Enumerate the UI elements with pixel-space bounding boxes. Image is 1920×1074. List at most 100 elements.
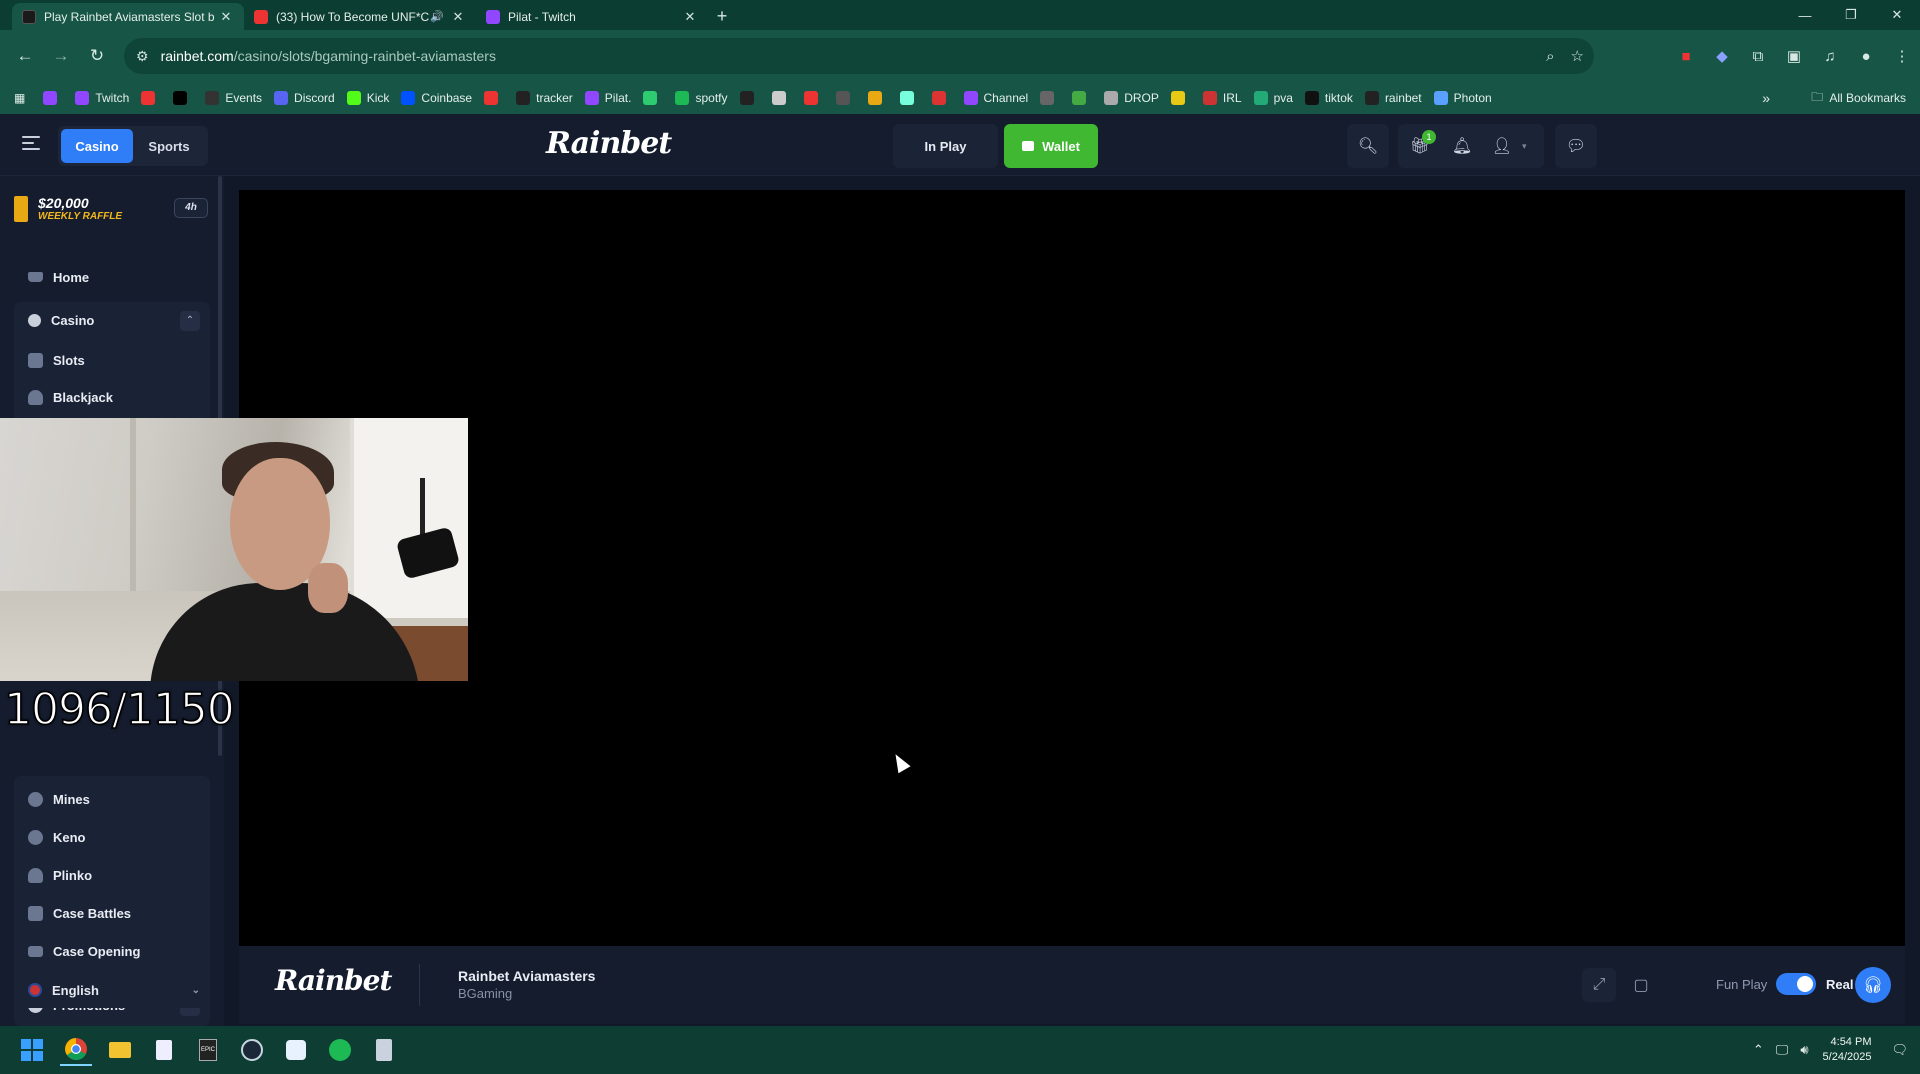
forward-icon[interactable]: → (44, 39, 78, 73)
sidebar-item-case-opening[interactable]: Case Opening (14, 934, 210, 968)
language-selector[interactable]: English ⌄ (14, 972, 210, 1008)
support-headset-icon[interactable]: 🎧︎ (1855, 967, 1891, 1003)
tab-search-icon[interactable]: ▣ (1776, 47, 1812, 65)
restore-icon[interactable]: ❐ (1828, 0, 1874, 30)
bookmark-item[interactable]: Events (205, 91, 262, 105)
bookmark-item[interactable]: Photon (1433, 91, 1492, 105)
address-bar[interactable]: ⚙ rainbet.com/casino/slots/bgaming-rainb… (124, 38, 1594, 74)
casino-tab[interactable]: Casino (61, 129, 133, 163)
extensions-puzzle-icon[interactable]: ⧉ (1740, 48, 1776, 65)
bookmark-item[interactable] (803, 91, 824, 105)
bookmark-item[interactable] (835, 91, 856, 105)
bookmark-item[interactable]: Discord (274, 91, 335, 105)
bookmark-item[interactable]: pva (1253, 91, 1293, 105)
bookmark-item[interactable]: DROP (1104, 91, 1159, 105)
bookmark-item[interactable]: tiktok (1304, 91, 1353, 105)
spotify-icon[interactable] (324, 1034, 356, 1066)
speaker-icon[interactable]: 🔊 (430, 10, 444, 23)
bookmark-item[interactable]: Kick (346, 91, 389, 105)
close-window-icon[interactable]: ✕ (1874, 0, 1920, 30)
reload-icon[interactable]: ↻ (80, 39, 114, 73)
bookmark-item[interactable]: spotfy (675, 91, 728, 105)
sidebar-item-blackjack[interactable]: Blackjack (14, 380, 210, 414)
real-play-toggle[interactable] (1776, 973, 1816, 995)
media-control-icon[interactable]: ♫ (1812, 48, 1848, 65)
profile-avatar-icon[interactable]: ● (1848, 48, 1884, 65)
site-info-icon[interactable]: ⚙ (136, 48, 149, 65)
chrome-icon[interactable] (60, 1034, 92, 1066)
zoom-icon[interactable]: ⌕ (1546, 48, 1554, 65)
bookmark-item[interactable]: tracker (516, 91, 573, 105)
new-tab-button[interactable]: + (708, 3, 736, 30)
chat-button[interactable]: 💬︎ (1555, 124, 1597, 168)
bookmark-item[interactable] (141, 91, 161, 105)
notepad-icon[interactable] (148, 1034, 180, 1066)
network-icon[interactable]: 🖵︎ (1776, 1042, 1789, 1058)
bookmark-item[interactable] (173, 91, 193, 105)
bookmark-item[interactable] (867, 91, 888, 105)
clock[interactable]: 4:54 PM 5/24/2025 (1823, 1035, 1872, 1065)
sidebar-item-home[interactable]: Home (14, 260, 210, 294)
bookmark-item[interactable]: IRL (1202, 91, 1242, 105)
theater-mode-icon[interactable]: ▢ (1624, 968, 1658, 1002)
volume-icon[interactable]: 🔊︎ (1800, 1042, 1808, 1058)
all-bookmarks-folder[interactable]: 🗀 All Bookmarks (1811, 82, 1906, 114)
wallet-button[interactable]: Wallet (1004, 124, 1098, 168)
browser-tab-twitch[interactable]: Pilat - Twitch ✕ (476, 3, 708, 30)
sidebar-item-case-battles[interactable]: Case Battles (14, 896, 210, 930)
bookmark-item[interactable] (484, 91, 504, 105)
bookmark-item[interactable]: rainbet (1364, 91, 1422, 105)
bookmark-item[interactable] (1040, 91, 1060, 105)
sidebar-item-mines[interactable]: Mines (14, 782, 210, 816)
extension-red-icon[interactable]: ■ (1668, 48, 1704, 65)
bell-icon[interactable]: 🔔︎ (1442, 136, 1482, 156)
chevron-up-icon[interactable]: ⌃ (1753, 1042, 1764, 1058)
weekly-raffle-banner[interactable]: $20,000 WEEKLY RAFFLE 4h (14, 190, 212, 228)
sidebar-item-keno[interactable]: Keno (14, 820, 210, 854)
bookmark-item[interactable] (43, 91, 63, 105)
bookmark-item[interactable]: Twitch (75, 91, 129, 105)
collapse-casino-icon[interactable]: ⌃ (180, 311, 200, 331)
notification-icon[interactable]: 🗨︎ (1891, 1042, 1908, 1058)
back-icon[interactable]: ← (8, 39, 42, 73)
sidebar-item-plinko[interactable]: Plinko (14, 858, 210, 892)
browser-tab-rainbet[interactable]: Play Rainbet Aviamasters Slot b ✕ (12, 3, 244, 30)
rainbet-logo[interactable]: Rainbet (546, 126, 672, 161)
bookmark-item[interactable] (771, 91, 792, 105)
bookmark-item[interactable]: Coinbase (401, 91, 472, 105)
user-icon[interactable]: 👤︎ (1482, 136, 1522, 156)
minimize-icon[interactable]: ― (1782, 0, 1828, 30)
chevron-down-icon[interactable]: ▾ (1522, 141, 1527, 152)
close-tab-icon[interactable]: ✕ (682, 9, 698, 25)
menu-hamburger-icon[interactable] (22, 136, 40, 154)
bookmark-item[interactable] (931, 91, 952, 105)
bookmark-item[interactable] (899, 91, 920, 105)
windows-start-icon[interactable] (16, 1034, 48, 1066)
close-tab-icon[interactable]: ✕ (450, 9, 466, 25)
app-icon[interactable] (280, 1034, 312, 1066)
bookmark-item[interactable]: Pilat. (584, 91, 631, 105)
browser-tab-youtube[interactable]: (33) How To Become UNF*C 🔊 ✕ (244, 3, 476, 30)
game-iframe[interactable] (239, 190, 1905, 946)
sidebar-item-slots[interactable]: Slots (14, 343, 210, 377)
close-tab-icon[interactable]: ✕ (218, 9, 234, 25)
sports-tab[interactable]: Sports (133, 129, 205, 163)
fullscreen-icon[interactable]: ⤢ (1582, 968, 1616, 1002)
bookmark-item[interactable] (1072, 91, 1092, 105)
search-button[interactable]: 🔍︎ (1347, 124, 1389, 168)
bookmark-item[interactable]: Channel (963, 91, 1028, 105)
bookmarks-overflow-icon[interactable]: » (1762, 82, 1770, 114)
in-play-button[interactable]: In Play (893, 124, 998, 168)
bookmark-star-icon[interactable]: ☆ (1571, 47, 1584, 65)
bookmark-item[interactable] (643, 91, 663, 105)
bookmark-item[interactable] (739, 91, 760, 105)
calculator-icon[interactable] (368, 1034, 400, 1066)
browser-menu-icon[interactable]: ⋮ (1884, 47, 1920, 65)
bookmark-item[interactable] (1170, 91, 1191, 105)
file-explorer-icon[interactable] (104, 1034, 136, 1066)
epic-games-icon[interactable]: EPIC (192, 1034, 224, 1066)
steam-icon[interactable] (236, 1034, 268, 1066)
apps-grid-icon[interactable]: ▦ (14, 91, 25, 105)
gift-icon[interactable]: 🎁︎ 1 (1398, 130, 1442, 156)
extension-copilot-icon[interactable]: ◆ (1704, 47, 1740, 65)
